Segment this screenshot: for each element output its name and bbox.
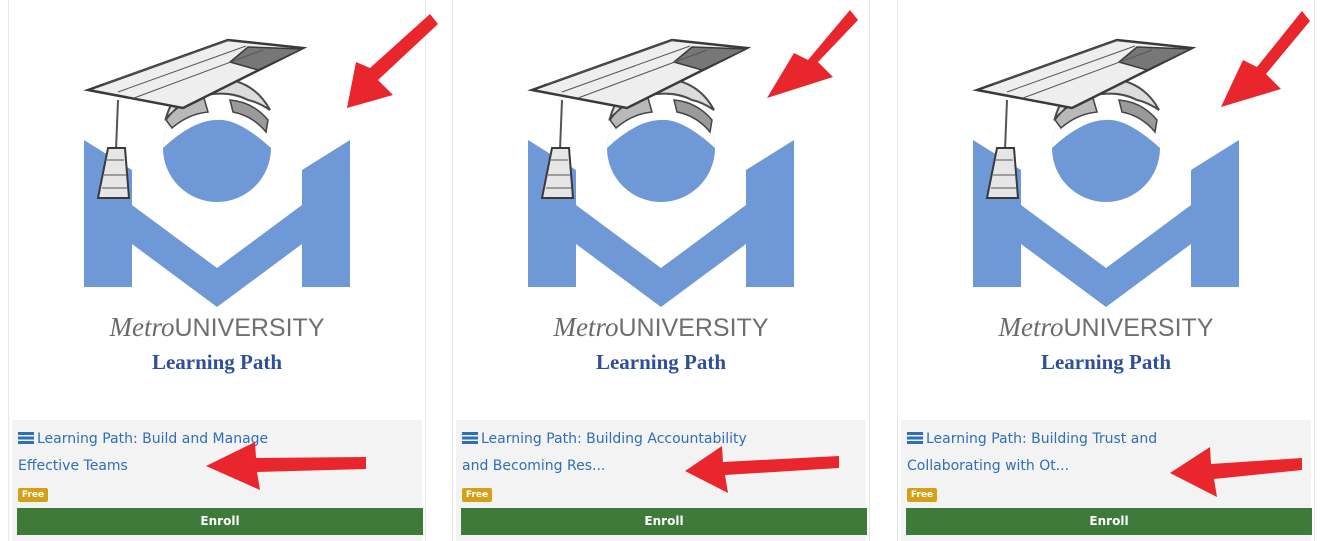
free-badge: Free [907, 488, 937, 502]
course-info: Learning Path: Build and Manage Effective… [12, 420, 423, 541]
brand-metro: Metro [109, 312, 175, 342]
course-card: MetroUNIVERSITY Learning Path Learning P… [897, 0, 1315, 541]
brand-university: UNIVERSITY [618, 314, 769, 342]
course-title-link[interactable]: Learning Path: Build and Manage Effective… [18, 426, 398, 480]
brand-metro: Metro [553, 312, 619, 342]
course-card: MetroUNIVERSITY Learning Path Learning P… [8, 0, 426, 541]
list-icon [462, 432, 478, 444]
brand-subtitle: Learning Path [1040, 350, 1172, 374]
course-thumbnail[interactable]: MetroUNIVERSITY Learning Path [8, 0, 426, 420]
enroll-button[interactable]: Enroll [17, 508, 423, 535]
course-thumbnail[interactable]: MetroUNIVERSITY Learning Path [897, 0, 1315, 420]
list-icon [18, 432, 34, 444]
course-title-line1: Learning Path: Building Trust and [926, 431, 1158, 447]
brand-metro: Metro [998, 312, 1064, 342]
brand-subtitle: Learning Path [151, 350, 283, 374]
course-card-row: MetroUNIVERSITY Learning Path Learning P… [0, 0, 1321, 541]
list-icon [907, 432, 923, 444]
course-info: Learning Path: Building Trust and Collabo… [901, 420, 1312, 541]
enroll-button[interactable]: Enroll [906, 508, 1312, 535]
course-card: MetroUNIVERSITY Learning Path Learning P… [452, 0, 870, 541]
course-thumbnail[interactable]: MetroUNIVERSITY Learning Path [452, 0, 870, 420]
free-badge: Free [18, 488, 48, 502]
brand-name: MetroUNIVERSITY [452, 312, 870, 343]
course-title-line2: and Becoming Res... [462, 458, 606, 474]
course-info: Learning Path: Building Accountability an… [456, 420, 867, 541]
course-title-line1: Learning Path: Building Accountability [481, 431, 747, 447]
course-title-link[interactable]: Learning Path: Building Accountability an… [462, 426, 842, 480]
brand-university: UNIVERSITY [1063, 314, 1214, 342]
course-title-line2: Effective Teams [18, 458, 128, 474]
course-title-link[interactable]: Learning Path: Building Trust and Collabo… [907, 426, 1287, 480]
brand-name: MetroUNIVERSITY [897, 312, 1315, 343]
free-badge: Free [462, 488, 492, 502]
brand-university: UNIVERSITY [174, 314, 325, 342]
course-title-line1: Learning Path: Build and Manage [37, 431, 269, 447]
course-title-line2: Collaborating with Ot... [907, 458, 1070, 474]
brand-name: MetroUNIVERSITY [8, 312, 426, 343]
enroll-button[interactable]: Enroll [461, 508, 867, 535]
brand-subtitle: Learning Path [595, 350, 727, 374]
